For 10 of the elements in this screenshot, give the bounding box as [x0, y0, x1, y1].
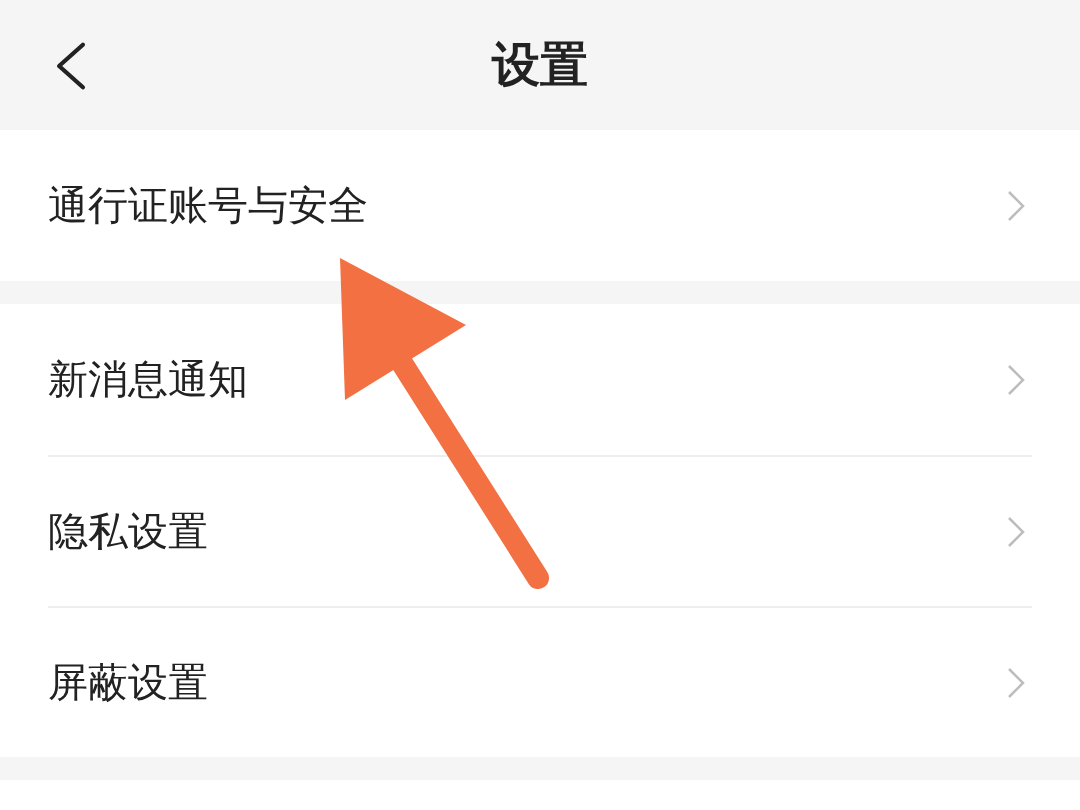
settings-item[interactable]: 通行证账号与安全 [48, 130, 1032, 281]
settings-item[interactable]: 隐私设置 [48, 455, 1032, 606]
settings-item[interactable]: 新消息通知 [48, 304, 1032, 455]
settings-item[interactable]: 屏蔽设置 [48, 606, 1032, 757]
back-icon[interactable] [54, 40, 88, 92]
chevron-right-icon [1006, 515, 1026, 548]
chevron-right-icon [1006, 189, 1026, 222]
chevron-right-icon [1006, 363, 1026, 396]
page-title: 设置 [492, 35, 588, 94]
chevron-right-icon [1006, 666, 1026, 699]
